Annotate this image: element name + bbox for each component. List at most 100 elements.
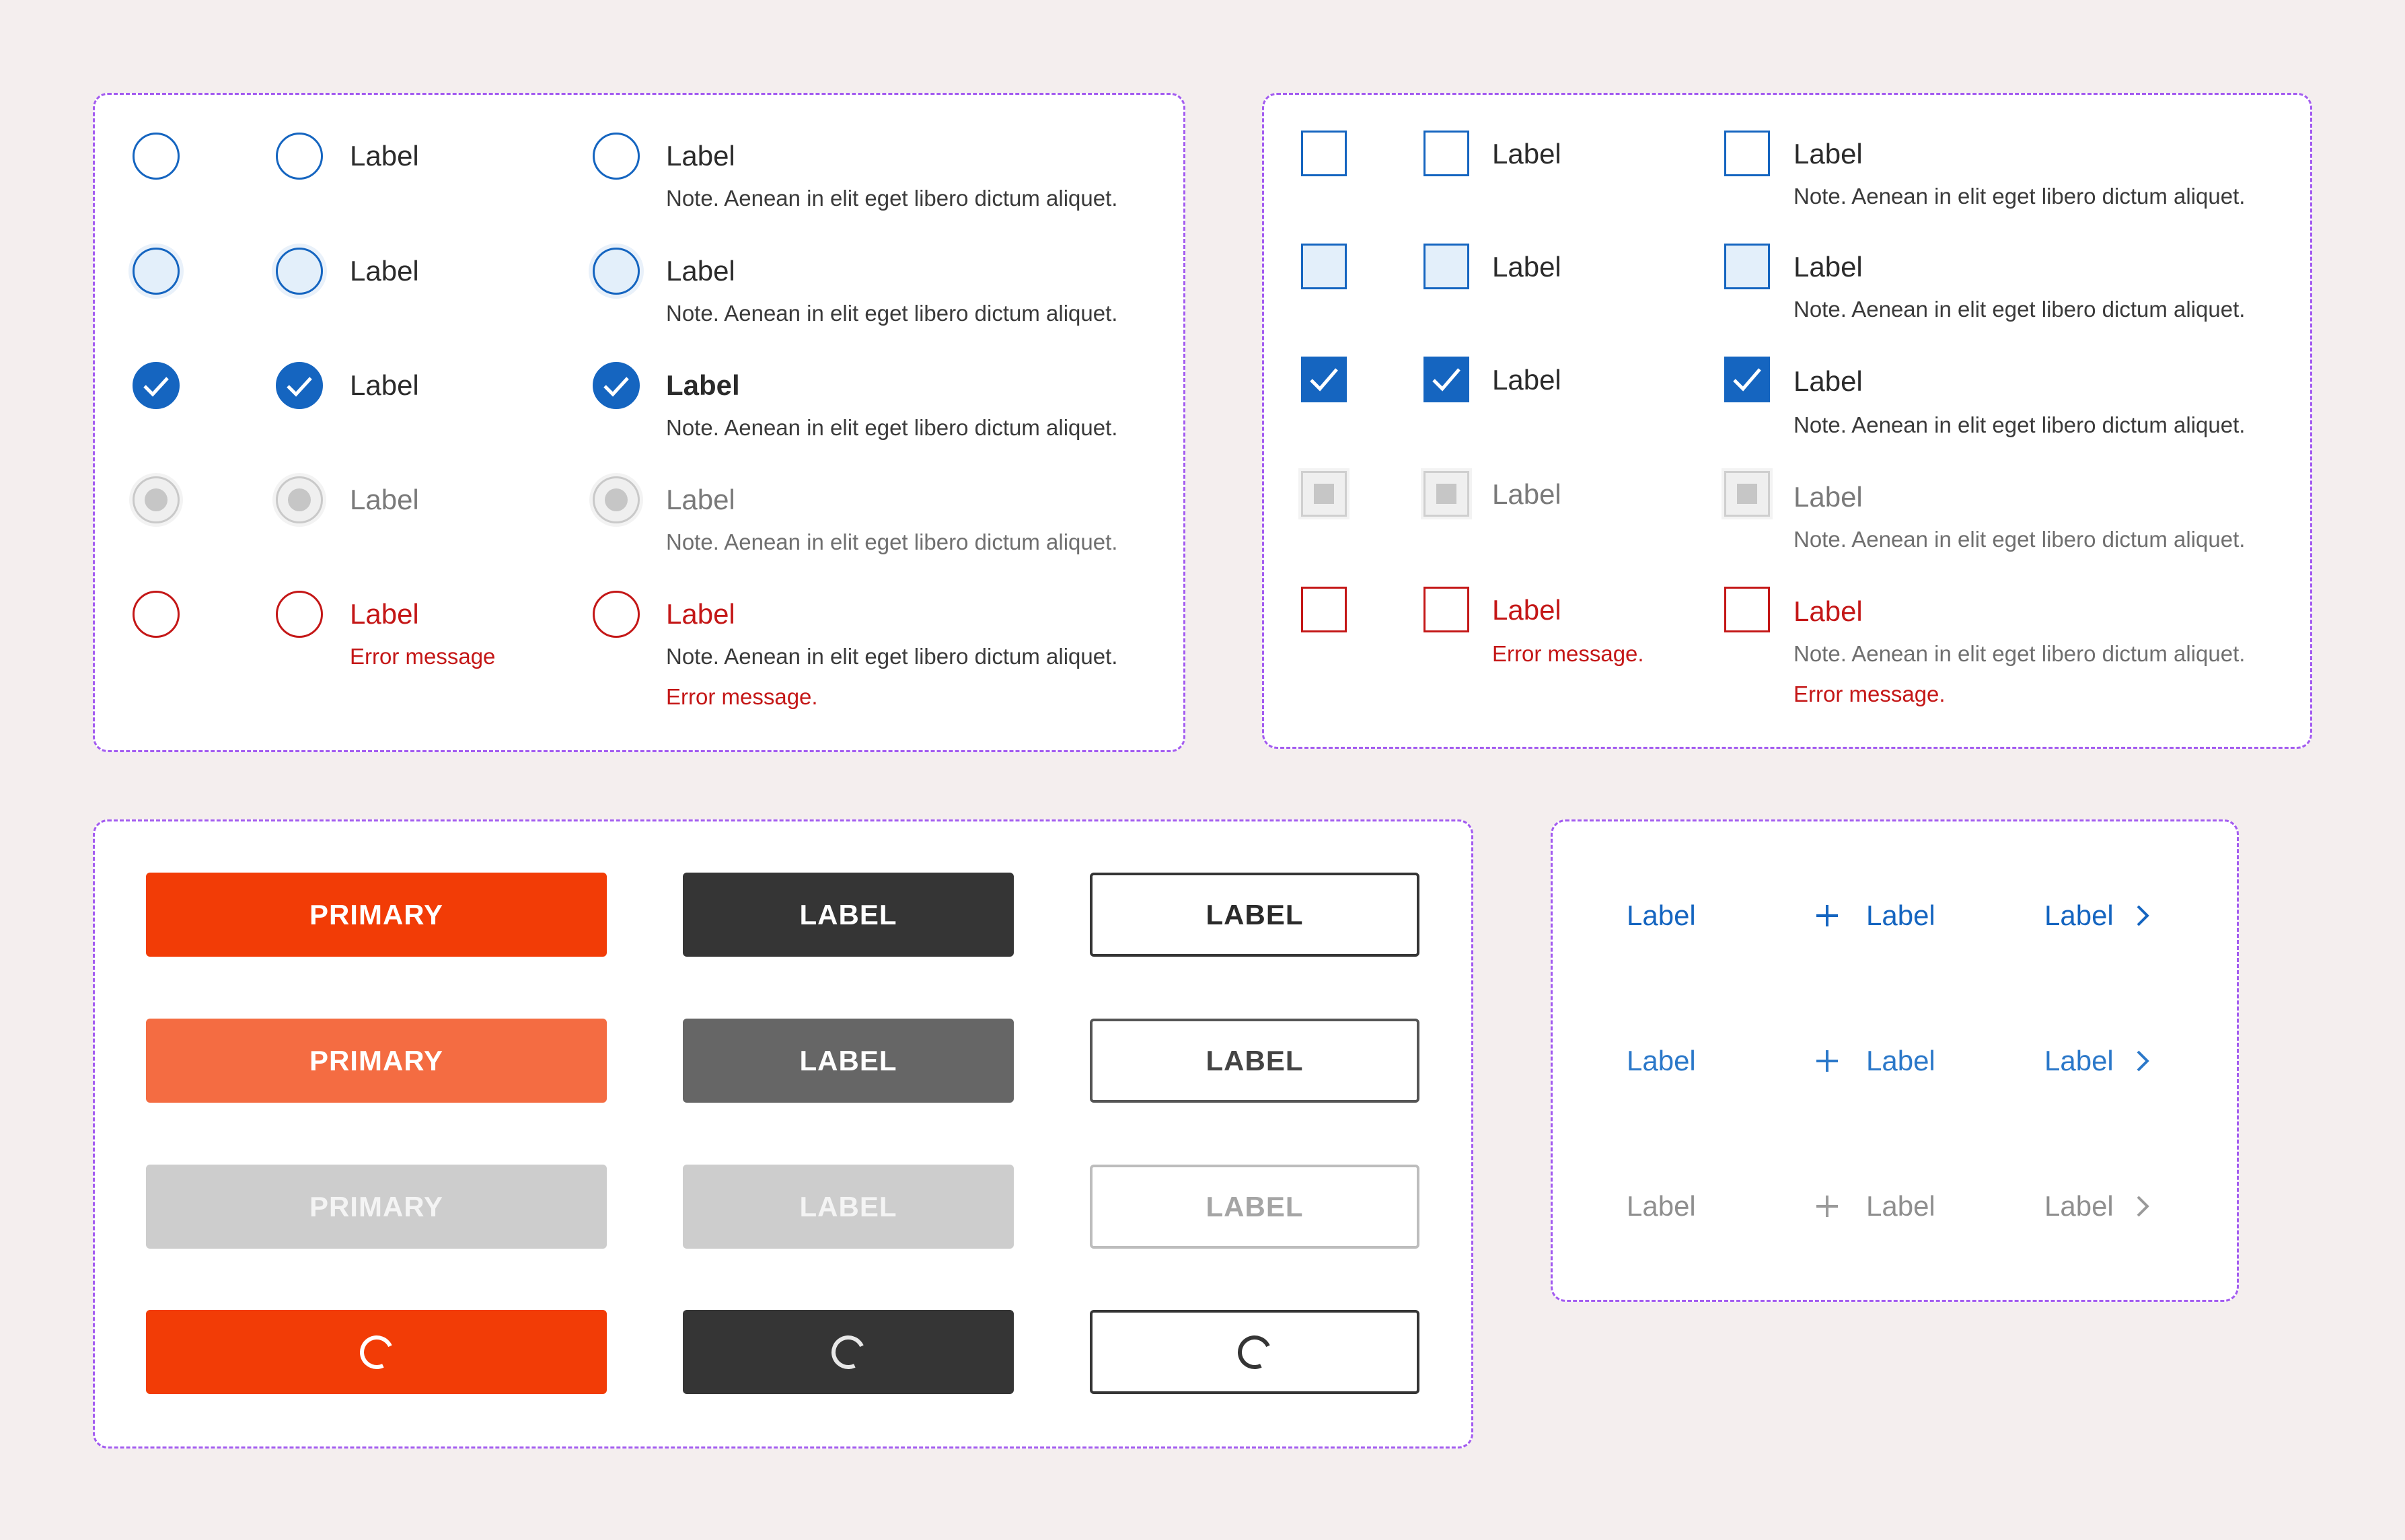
radio-note: Note. Aenean in elit eget libero dictum … <box>666 644 1118 669</box>
outline-button-label: LABEL <box>1206 898 1304 930</box>
checkbox-disabled <box>1724 471 1770 517</box>
radio-label: Label <box>350 140 419 172</box>
checkbox-default[interactable] <box>1724 131 1770 176</box>
radio-error-message: Error message. <box>666 684 818 709</box>
checkbox-disabled <box>1301 471 1347 517</box>
checkbox-error[interactable] <box>1724 587 1770 632</box>
radio-label: Label <box>350 598 419 630</box>
checkbox-label: Label <box>1793 481 1863 513</box>
plus-icon[interactable] <box>1814 902 1841 929</box>
checkbox-checked[interactable] <box>1301 357 1347 402</box>
checkbox-note: Note. Aenean in elit eget libero dictum … <box>1793 412 2246 437</box>
checkbox-label: Label <box>1492 478 1561 510</box>
checkbox-error-message: Error message. <box>1492 641 1644 666</box>
primary-button-hover[interactable]: PRIMARY <box>146 1019 607 1103</box>
checkbox-label: Label <box>1492 138 1561 170</box>
radio-checked[interactable] <box>593 362 640 409</box>
chevron-right-icon[interactable] <box>2133 902 2153 929</box>
secondary-button-label: LABEL <box>799 1190 897 1222</box>
next-link[interactable]: Label <box>2044 899 2114 932</box>
radio-note: Note. Aenean in elit eget libero dictum … <box>666 186 1118 211</box>
spinner-icon <box>826 1330 871 1374</box>
secondary-button-disabled: LABEL <box>683 1165 1014 1249</box>
outline-button-loading[interactable] <box>1090 1310 1419 1394</box>
spinner-icon <box>1232 1330 1277 1374</box>
checkbox-note: Note. Aenean in elit eget libero dictum … <box>1793 527 2246 552</box>
checkbox-note: Note. Aenean in elit eget libero dictum … <box>1793 297 2246 322</box>
checkbox-label: Label <box>1793 365 1863 397</box>
text-link[interactable]: Label <box>1627 899 1696 932</box>
radio-label: Label <box>350 484 419 515</box>
outline-button-label: LABEL <box>1206 1044 1304 1076</box>
checkmark-icon <box>1310 368 1338 392</box>
primary-button-loading[interactable] <box>146 1310 607 1394</box>
radio-default[interactable] <box>276 133 323 180</box>
text-link-hover[interactable]: Label <box>1627 1044 1696 1078</box>
radio-hover[interactable] <box>133 248 180 295</box>
add-link[interactable]: Label <box>1866 899 1935 932</box>
checkbox-label: Label <box>1492 594 1561 626</box>
checkmark-icon <box>287 377 312 397</box>
plus-icon[interactable] <box>1814 1048 1841 1074</box>
checkbox-default[interactable] <box>1301 131 1347 176</box>
secondary-button-hover[interactable]: LABEL <box>683 1019 1014 1103</box>
add-link-hover[interactable]: Label <box>1866 1044 1935 1078</box>
chevron-right-icon <box>2137 1196 2149 1217</box>
secondary-button[interactable]: LABEL <box>683 873 1014 957</box>
secondary-button-loading[interactable] <box>683 1310 1014 1394</box>
radio-note: Note. Aenean in elit eget libero dictum … <box>666 301 1118 326</box>
checkmark-icon <box>1733 368 1761 392</box>
radio-error[interactable] <box>276 591 323 638</box>
checkbox-error[interactable] <box>1301 587 1347 632</box>
checkmark-icon <box>143 377 169 397</box>
radio-note: Note. Aenean in elit eget libero dictum … <box>666 529 1118 554</box>
radio-checked[interactable] <box>276 362 323 409</box>
radio-default[interactable] <box>133 133 180 180</box>
checkmark-icon <box>603 377 629 397</box>
checkbox-label: Label <box>1492 364 1561 396</box>
checkbox-label: Label <box>1793 595 1863 627</box>
checkbox-error[interactable] <box>1423 587 1469 632</box>
add-link-disabled: Label <box>1866 1190 1935 1222</box>
spinner-icon <box>355 1330 398 1374</box>
checkbox-hover[interactable] <box>1724 244 1770 289</box>
radio-error[interactable] <box>133 591 180 638</box>
radio-disabled <box>133 476 180 523</box>
radio-label: Label <box>666 484 735 515</box>
outline-button-disabled: LABEL <box>1090 1165 1419 1249</box>
radio-disabled <box>593 476 640 523</box>
checkbox-hover[interactable] <box>1423 244 1469 289</box>
radio-hover[interactable] <box>276 248 323 295</box>
checkbox-checked[interactable] <box>1423 357 1469 402</box>
radio-label: Label <box>350 369 419 401</box>
checkbox-label: Label <box>1492 251 1561 283</box>
radio-hover[interactable] <box>593 248 640 295</box>
checkbox-disabled <box>1423 471 1469 517</box>
radio-checked[interactable] <box>133 362 180 409</box>
checkbox-label: Label <box>1793 251 1863 283</box>
radio-label: Label <box>666 140 735 172</box>
radio-label: Label <box>666 598 735 630</box>
radio-default[interactable] <box>593 133 640 180</box>
checkbox-label: Label <box>1793 138 1863 170</box>
outline-button-hover[interactable]: LABEL <box>1090 1019 1419 1103</box>
outline-button-label: LABEL <box>1206 1190 1304 1222</box>
primary-button-label: PRIMARY <box>309 898 444 930</box>
primary-button[interactable]: PRIMARY <box>146 873 607 957</box>
next-link-hover[interactable]: Label <box>2044 1044 2114 1078</box>
checkbox-default[interactable] <box>1423 131 1469 176</box>
primary-button-label: PRIMARY <box>309 1044 444 1076</box>
radio-note: Note. Aenean in elit eget libero dictum … <box>666 415 1118 440</box>
chevron-right-icon[interactable] <box>2133 1048 2153 1074</box>
secondary-button-label: LABEL <box>799 1044 897 1076</box>
radio-disabled <box>276 476 323 523</box>
radio-error-message: Error message <box>350 644 496 669</box>
radio-label: Label <box>666 369 740 401</box>
checkbox-note: Note. Aenean in elit eget libero dictum … <box>1793 641 2246 666</box>
checkbox-hover[interactable] <box>1301 244 1347 289</box>
checkbox-checked[interactable] <box>1724 357 1770 402</box>
outline-button[interactable]: LABEL <box>1090 873 1419 957</box>
primary-button-disabled: PRIMARY <box>146 1165 607 1249</box>
radio-error[interactable] <box>593 591 640 638</box>
primary-button-label: PRIMARY <box>309 1190 444 1222</box>
